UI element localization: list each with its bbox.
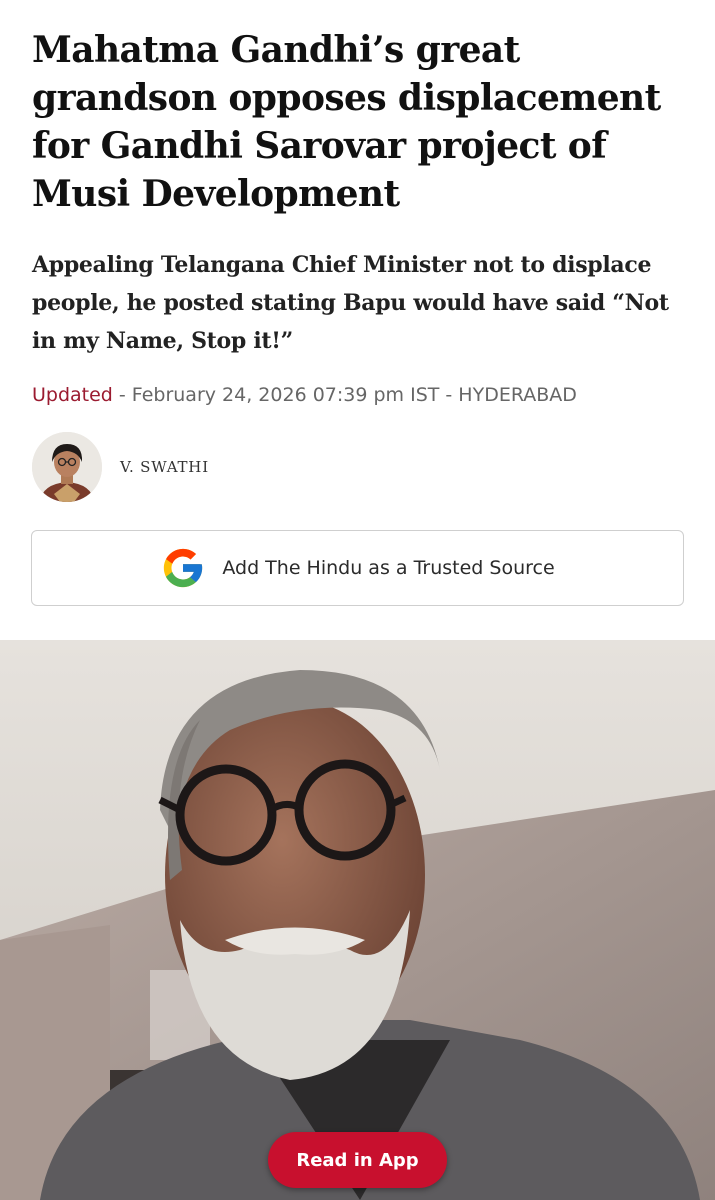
add-trusted-source-button[interactable]: Add The Hindu as a Trusted Source (31, 530, 684, 606)
google-g-icon (164, 548, 203, 588)
article-photo (0, 640, 715, 1200)
read-in-app-button[interactable]: Read in App (268, 1132, 447, 1188)
portrait-photo (0, 640, 715, 1200)
author-name[interactable]: V. SWATHI (120, 458, 209, 476)
dateline-text: - February 24, 2026 07:39 pm IST - HYDER… (112, 384, 577, 406)
author-byline[interactable]: V. SWATHI (32, 432, 209, 502)
trusted-source-label: Add The Hindu as a Trusted Source (222, 557, 555, 579)
article-dateline: Updated - February 24, 2026 07:39 pm IST… (32, 384, 577, 406)
author-avatar-image (32, 432, 102, 502)
article-headline: Mahatma Gandhi’s great grandson opposes … (32, 29, 661, 215)
author-avatar[interactable] (32, 432, 102, 502)
updated-label: Updated (32, 384, 113, 406)
article-subheadline: Appealing Telangana Chief Minister not t… (32, 252, 669, 354)
